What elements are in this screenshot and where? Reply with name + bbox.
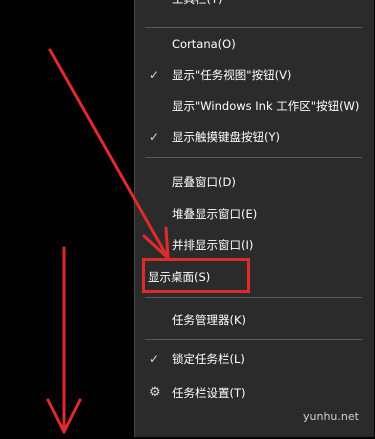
watermark: yunhu.net [303,410,359,423]
diagonal-arrow [48,48,170,260]
annotation-arrows [46,48,170,434]
down-arrow [46,246,82,434]
